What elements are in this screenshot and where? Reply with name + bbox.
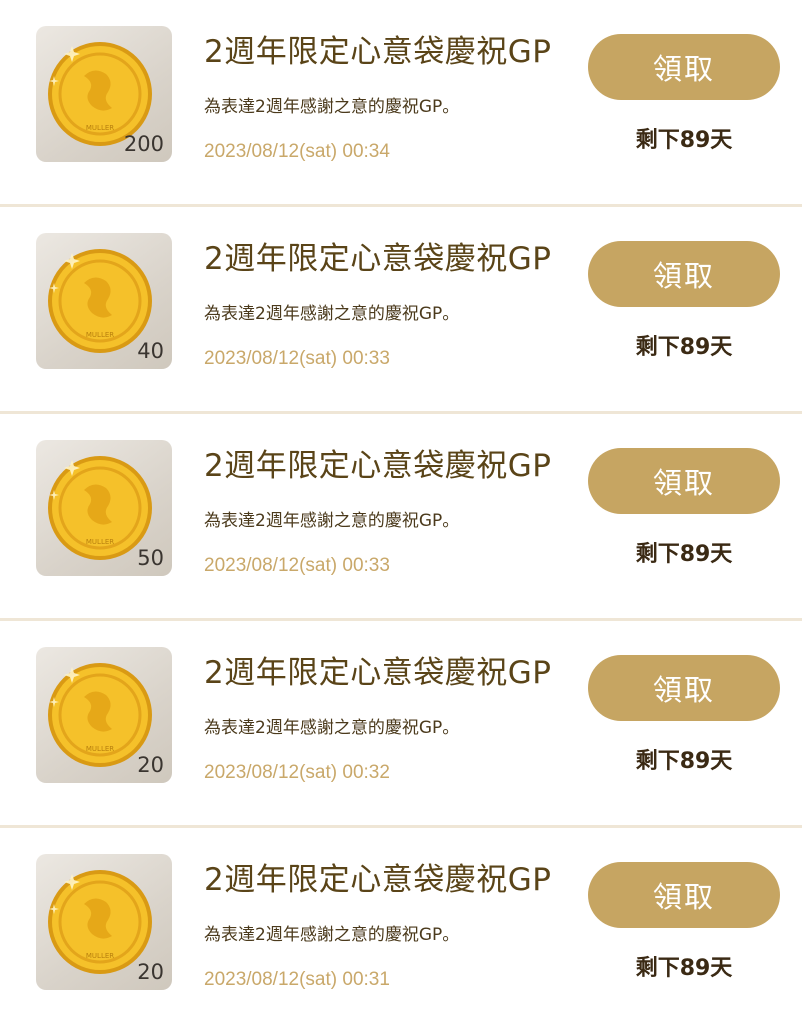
gift-description: 為表達2週年感謝之意的慶祝GP。 [204,97,460,117]
gift-title: 2週年限定心意袋慶祝GP [204,655,552,691]
gift-title: 2週年限定心意袋慶祝GP [204,862,552,898]
claim-button[interactable]: 領取 [588,862,780,928]
gift-item: MULLER 50 2週年限定心意袋慶祝GP 為表達2週年感謝之意的慶祝GP。 … [0,414,802,621]
gift-description: 為表達2週年感謝之意的慶祝GP。 [204,304,460,324]
claim-button[interactable]: 領取 [588,655,780,721]
gift-thumbnail: MULLER 50 [36,440,172,576]
gift-date: 2023/08/12(sat) 00:31 [204,969,390,990]
svg-text:MULLER: MULLER [86,952,114,960]
svg-text:MULLER: MULLER [86,331,114,339]
gift-description: 為表達2週年感謝之意的慶祝GP。 [204,511,460,531]
gift-description: 為表達2週年感謝之意的慶祝GP。 [204,925,460,945]
gift-item: MULLER 40 2週年限定心意袋慶祝GP 為表達2週年感謝之意的慶祝GP。 … [0,207,802,414]
gift-thumbnail: MULLER 20 [36,854,172,990]
svg-text:MULLER: MULLER [86,124,114,132]
gift-item: MULLER 20 2週年限定心意袋慶祝GP 為表達2週年感謝之意的慶祝GP。 … [0,621,802,828]
claim-button[interactable]: 領取 [588,34,780,100]
gift-quantity: 20 [137,960,164,984]
gift-item: MULLER 200 2週年限定心意袋慶祝GP 為表達2週年感謝之意的慶祝GP。… [0,0,802,207]
gift-quantity: 40 [137,339,164,363]
remaining-days: 剩下89天 [635,956,733,981]
remaining-days: 剩下89天 [635,128,733,153]
gift-title: 2週年限定心意袋慶祝GP [204,34,552,70]
gift-thumbnail: MULLER 40 [36,233,172,369]
gift-list: MULLER 200 2週年限定心意袋慶祝GP 為表達2週年感謝之意的慶祝GP。… [0,0,802,1024]
remaining-days: 剩下89天 [635,542,733,567]
svg-text:MULLER: MULLER [86,538,114,546]
gift-date: 2023/08/12(sat) 00:32 [204,762,390,783]
claim-button[interactable]: 領取 [588,448,780,514]
remaining-days: 剩下89天 [635,749,733,774]
gift-quantity: 20 [137,753,164,777]
gift-date: 2023/08/12(sat) 00:33 [204,555,390,576]
gift-date: 2023/08/12(sat) 00:33 [204,348,390,369]
gift-thumbnail: MULLER 20 [36,647,172,783]
gift-title: 2週年限定心意袋慶祝GP [204,241,552,277]
gift-description: 為表達2週年感謝之意的慶祝GP。 [204,718,460,738]
gift-thumbnail: MULLER 200 [36,26,172,162]
gift-item: MULLER 20 2週年限定心意袋慶祝GP 為表達2週年感謝之意的慶祝GP。 … [0,828,802,1024]
svg-text:MULLER: MULLER [86,745,114,753]
claim-button[interactable]: 領取 [588,241,780,307]
gift-quantity: 200 [123,132,164,156]
remaining-days: 剩下89天 [635,335,733,360]
gift-quantity: 50 [137,546,164,570]
gift-title: 2週年限定心意袋慶祝GP [204,448,552,484]
gift-date: 2023/08/12(sat) 00:34 [204,141,390,162]
